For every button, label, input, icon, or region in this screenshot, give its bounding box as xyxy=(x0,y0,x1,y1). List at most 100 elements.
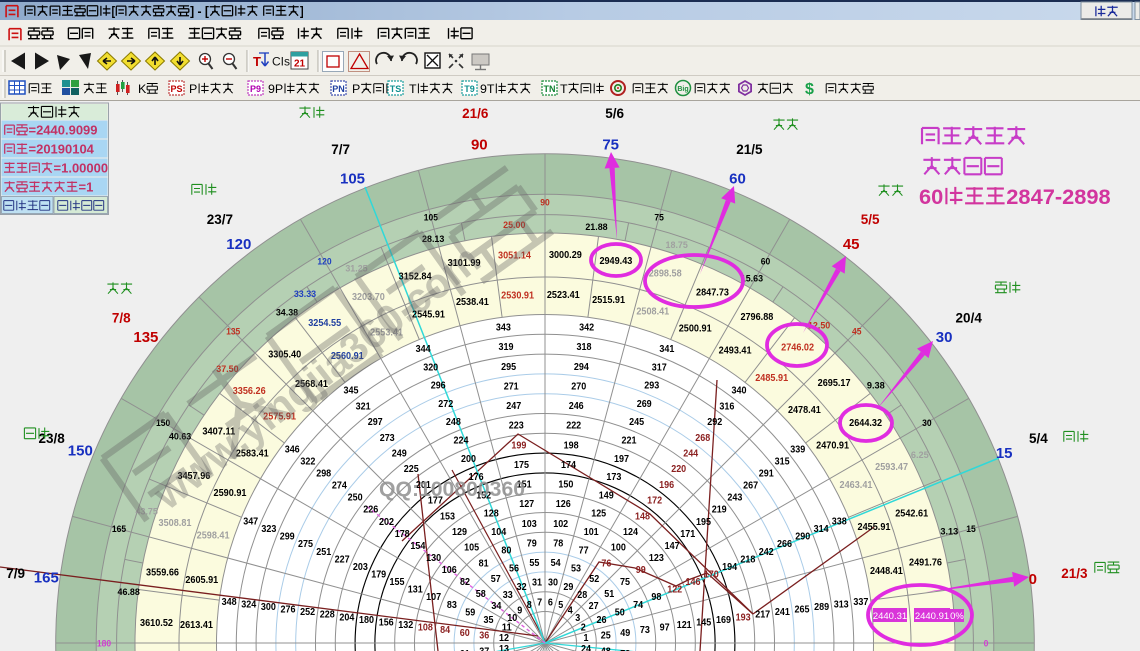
svg-text:195: 195 xyxy=(696,517,711,528)
svg-text:272: 272 xyxy=(438,399,453,410)
svg-text:244: 244 xyxy=(683,449,698,460)
svg-text:31: 31 xyxy=(532,578,542,589)
svg-text:81: 81 xyxy=(479,558,489,569)
svg-text:294: 294 xyxy=(574,362,589,373)
svg-text:150: 150 xyxy=(68,443,93,460)
svg-text:21.88: 21.88 xyxy=(585,222,607,233)
svg-text:60: 60 xyxy=(761,256,771,267)
svg-text:12: 12 xyxy=(499,633,509,644)
svg-text:21/5: 21/5 xyxy=(736,142,763,157)
svg-text:3: 3 xyxy=(575,613,580,624)
svg-text:270: 270 xyxy=(571,381,586,392)
svg-text:178: 178 xyxy=(395,529,410,540)
svg-text:2796.88: 2796.88 xyxy=(740,312,773,323)
svg-text:314: 314 xyxy=(814,524,829,535)
svg-text:340: 340 xyxy=(732,386,747,397)
svg-text:23/8: 23/8 xyxy=(38,431,65,446)
svg-text:33.33: 33.33 xyxy=(294,289,316,300)
svg-text:21/6: 21/6 xyxy=(462,106,489,121)
svg-text:130: 130 xyxy=(426,553,441,564)
svg-text:347: 347 xyxy=(243,517,258,528)
svg-text:30: 30 xyxy=(548,578,558,589)
svg-text:324: 324 xyxy=(241,599,256,610)
svg-text:320: 320 xyxy=(423,362,438,373)
svg-text:337: 337 xyxy=(853,597,868,608)
svg-text:3254.55: 3254.55 xyxy=(308,318,341,329)
svg-text:15: 15 xyxy=(996,445,1013,462)
svg-text:2440.91: 2440.91 xyxy=(915,611,949,622)
svg-text:128: 128 xyxy=(484,509,499,520)
svg-text:120: 120 xyxy=(226,236,251,253)
svg-text:2508.41: 2508.41 xyxy=(636,307,669,318)
svg-text:344: 344 xyxy=(416,344,431,355)
svg-text:99: 99 xyxy=(636,565,646,576)
svg-text:75: 75 xyxy=(654,212,664,223)
svg-text:153: 153 xyxy=(440,511,455,522)
svg-text:106: 106 xyxy=(442,565,457,576)
svg-text:225: 225 xyxy=(404,464,419,475)
svg-text:318: 318 xyxy=(577,342,592,353)
svg-text:165: 165 xyxy=(112,524,127,535)
svg-text:2746.02: 2746.02 xyxy=(781,343,814,354)
svg-text:107: 107 xyxy=(426,592,441,603)
svg-text:2: 2 xyxy=(581,623,586,634)
svg-text:20/4: 20/4 xyxy=(956,310,983,325)
svg-text:=2440.9099: =2440.9099 xyxy=(29,124,98,138)
svg-text:2523.41: 2523.41 xyxy=(547,290,580,301)
svg-text:245: 245 xyxy=(629,417,644,428)
svg-text:323: 323 xyxy=(261,524,276,535)
svg-text:77: 77 xyxy=(579,545,589,556)
svg-text:$: $ xyxy=(805,81,814,98)
svg-text:297: 297 xyxy=(368,417,383,428)
svg-text:2949.43: 2949.43 xyxy=(599,256,632,267)
svg-text:165: 165 xyxy=(34,569,59,586)
svg-text:196: 196 xyxy=(659,480,674,491)
svg-text:30: 30 xyxy=(936,329,953,346)
svg-text:PN: PN xyxy=(332,84,345,94)
svg-text:23/7: 23/7 xyxy=(207,212,233,227)
svg-text:QQ:100800360: QQ:100800360 xyxy=(379,478,525,501)
svg-text:]: ] xyxy=(300,5,304,19)
svg-text:T: T xyxy=(560,82,568,96)
svg-text:73: 73 xyxy=(640,625,650,636)
svg-text:K: K xyxy=(138,82,147,96)
svg-text:49: 49 xyxy=(620,628,630,639)
svg-text:227: 227 xyxy=(335,554,350,565)
svg-text:50: 50 xyxy=(615,607,625,618)
svg-text:175: 175 xyxy=(514,460,529,471)
svg-text:2493.41: 2493.41 xyxy=(719,346,752,357)
svg-text:199: 199 xyxy=(511,440,526,451)
svg-text:246: 246 xyxy=(569,401,584,412)
svg-text:28: 28 xyxy=(577,590,587,601)
svg-text:224: 224 xyxy=(454,436,469,447)
svg-text:120: 120 xyxy=(317,256,331,267)
svg-text:171: 171 xyxy=(680,529,695,540)
svg-text:18.75: 18.75 xyxy=(666,240,689,251)
svg-text:7/7: 7/7 xyxy=(331,142,350,157)
svg-text:55: 55 xyxy=(529,558,539,569)
svg-text:173: 173 xyxy=(606,472,621,483)
svg-text:1: 1 xyxy=(584,633,589,644)
svg-text:145: 145 xyxy=(696,618,711,629)
svg-text:2530.91: 2530.91 xyxy=(501,291,534,302)
svg-text:155: 155 xyxy=(390,577,405,588)
svg-text:57: 57 xyxy=(491,574,501,585)
svg-text:34: 34 xyxy=(491,601,501,612)
svg-text:3.13: 3.13 xyxy=(940,527,958,538)
svg-text:76: 76 xyxy=(601,558,611,569)
svg-text:6.25: 6.25 xyxy=(911,450,930,461)
svg-text:=20190104: =20190104 xyxy=(29,143,94,157)
svg-text:104: 104 xyxy=(491,527,506,538)
svg-text:298: 298 xyxy=(316,469,331,480)
svg-text:125: 125 xyxy=(591,509,606,520)
svg-text:2644.32: 2644.32 xyxy=(849,418,882,429)
svg-text:346: 346 xyxy=(285,444,300,455)
svg-text:2448.41: 2448.41 xyxy=(870,566,903,577)
svg-text:121: 121 xyxy=(677,620,692,631)
svg-text:T: T xyxy=(409,82,417,96)
svg-text:317: 317 xyxy=(652,362,667,373)
svg-text:102: 102 xyxy=(553,519,568,530)
svg-text:0%: 0% xyxy=(950,611,964,622)
svg-text:226: 226 xyxy=(363,505,378,516)
svg-text:267: 267 xyxy=(743,481,758,492)
